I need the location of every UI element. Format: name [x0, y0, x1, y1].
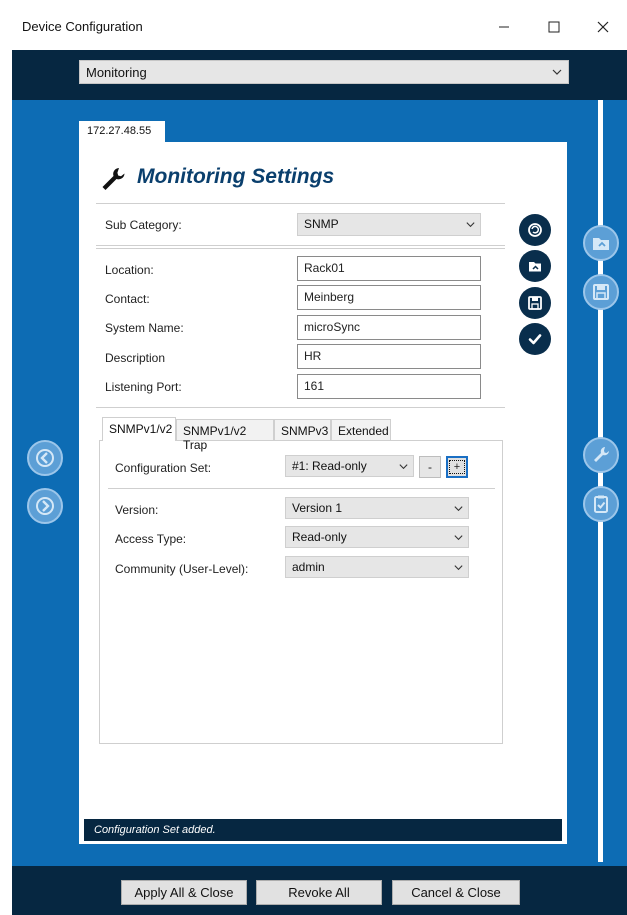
maximize-icon [548, 21, 560, 33]
wrench-button[interactable] [583, 437, 619, 473]
previous-button[interactable] [27, 440, 63, 476]
listening-port-field[interactable]: 161 [297, 374, 481, 399]
next-button[interactable] [27, 488, 63, 524]
access-type-label: Access Type: [115, 532, 187, 546]
check-icon [528, 334, 542, 345]
location-field[interactable]: Rack01 [297, 256, 481, 281]
contact-field[interactable]: Meinberg [297, 285, 481, 310]
location-label: Location: [105, 263, 154, 277]
version-label: Version: [115, 503, 159, 517]
chevron-down-icon [454, 565, 463, 571]
divider [96, 248, 505, 249]
chevron-down-icon [454, 535, 463, 541]
cancel-close-button[interactable]: Cancel & Close [392, 880, 520, 905]
community-select[interactable]: admin [285, 556, 469, 578]
tab-snmpv3[interactable]: SNMPv3 [274, 419, 331, 441]
divider [96, 203, 505, 204]
system-name-field[interactable]: microSync [297, 315, 481, 340]
sub-category-value: SNMP [304, 217, 339, 231]
snmp-tab-panel [99, 440, 503, 744]
status-bar: Configuration Set added. [84, 819, 562, 841]
remove-config-set-button[interactable]: - [419, 456, 441, 478]
reset-icon [528, 223, 542, 237]
save-button[interactable] [519, 287, 551, 319]
load-folder-icon [593, 238, 609, 250]
apply-button[interactable] [519, 323, 551, 355]
next-icon [36, 497, 54, 515]
chevron-down-icon [552, 69, 562, 75]
wrench-icon [594, 447, 609, 462]
window-title: Device Configuration [22, 19, 143, 34]
clipboard-check-icon [594, 495, 608, 513]
version-value: Version 1 [292, 501, 343, 515]
sub-category-label: Sub Category: [105, 218, 182, 232]
config-set-label: Configuration Set: [115, 461, 212, 475]
add-config-set-button[interactable]: + [446, 456, 468, 478]
divider [96, 245, 505, 246]
minimize-button[interactable] [484, 12, 524, 42]
category-select[interactable]: Monitoring [79, 60, 569, 84]
close-icon [597, 21, 609, 33]
clipboard-check-button[interactable] [583, 486, 619, 522]
chevron-down-icon [466, 222, 475, 228]
revoke-all-button[interactable]: Revoke All [256, 880, 382, 905]
wrench-icon [102, 168, 125, 190]
add-config-set-label: + [448, 460, 466, 474]
previous-icon [36, 449, 54, 467]
divider [108, 488, 495, 489]
access-type-select[interactable]: Read-only [285, 526, 469, 548]
tab-snmpv1-v2[interactable]: SNMPv1/v2 [102, 417, 176, 441]
contact-label: Contact: [105, 292, 150, 306]
access-type-value: Read-only [292, 530, 347, 544]
load-folder-button[interactable] [583, 225, 619, 261]
maximize-button[interactable] [534, 12, 574, 42]
config-set-value: #1: Read-only [292, 459, 367, 473]
save-icon [528, 296, 542, 310]
chevron-down-icon [399, 464, 408, 470]
reset-button[interactable] [519, 214, 551, 246]
description-field[interactable]: HR [297, 344, 481, 369]
device-tab[interactable]: 172.27.48.55 [79, 121, 165, 143]
community-value: admin [292, 560, 325, 574]
save-disk-icon [593, 284, 609, 300]
chevron-down-icon [454, 506, 463, 512]
page-title: Monitoring Settings [137, 165, 335, 188]
description-label: Description [105, 351, 166, 365]
divider [96, 407, 505, 408]
community-label: Community (User-Level): [115, 562, 249, 576]
minimize-icon [499, 26, 509, 28]
tab-extended[interactable]: Extended [331, 419, 391, 441]
load-profile-button[interactable] [519, 250, 551, 282]
system-name-label: System Name: [105, 321, 184, 335]
close-button[interactable] [583, 12, 623, 42]
load-profile-icon [529, 262, 541, 272]
listening-port-label: Listening Port: [105, 380, 182, 394]
save-disk-button[interactable] [583, 274, 619, 310]
right-rail [598, 100, 603, 862]
tab-snmpv1-v2-trap[interactable]: SNMPv1/v2 Trap [176, 419, 274, 452]
category-select-value: Monitoring [86, 65, 147, 80]
version-select[interactable]: Version 1 [285, 497, 469, 519]
apply-all-close-button[interactable]: Apply All & Close [121, 880, 247, 905]
config-set-select[interactable]: #1: Read-only [285, 455, 414, 477]
sub-category-select[interactable]: SNMP [297, 213, 481, 236]
